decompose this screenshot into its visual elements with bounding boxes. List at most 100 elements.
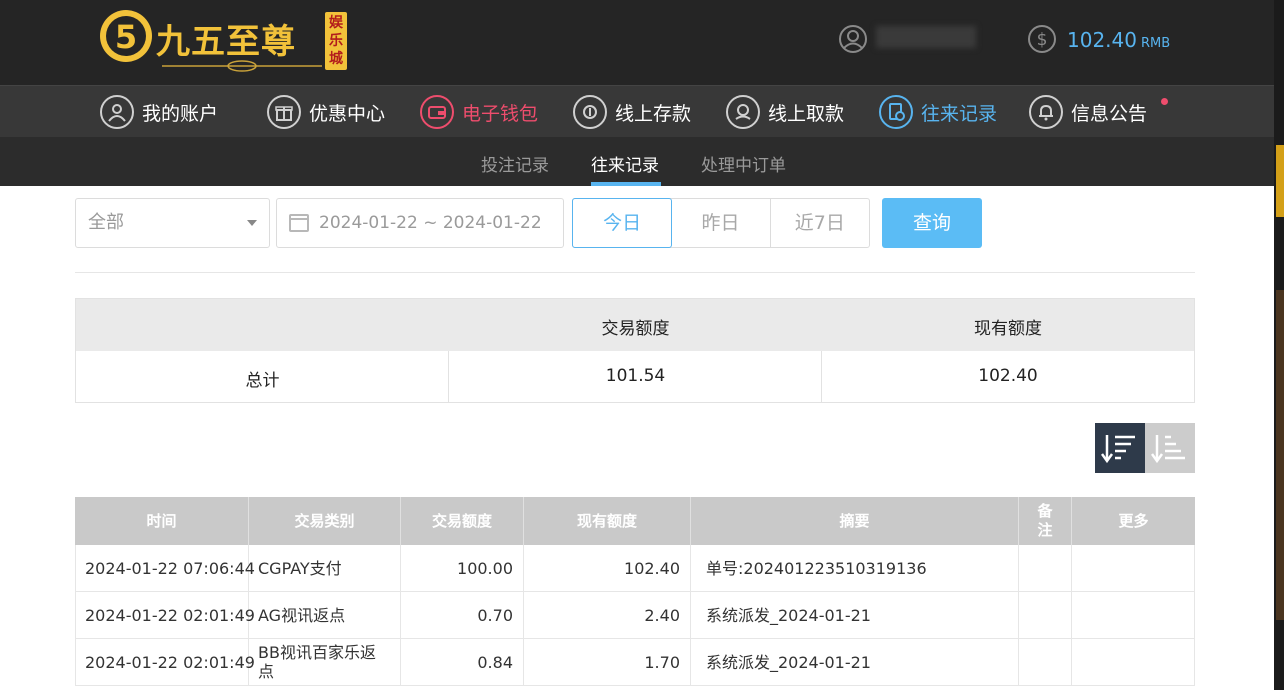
cell-balance: 1.70 <box>524 639 691 686</box>
cell-more[interactable] <box>1072 592 1195 639</box>
summary-transaction-total: 101.54 <box>605 366 666 386</box>
cell-summary: 系统派发_2024-01-21 <box>691 639 1019 686</box>
quick-date-group: 今日 昨日 近7日 <box>572 198 870 248</box>
summary-table: 交易额度 现有额度 总计 101.54 102.40 <box>75 298 1195 403</box>
column-header-note: 备注 <box>1019 497 1072 545</box>
caret-down-icon <box>247 220 257 226</box>
active-tab-indicator <box>591 182 661 186</box>
calendar-icon <box>289 214 309 232</box>
cell-note <box>1019 639 1072 686</box>
date-range-value: 2024-01-22 ~ 2024-01-22 <box>319 213 542 233</box>
cell-time: 2024-01-22 02:01:49 <box>76 639 255 686</box>
summary-total-row: 总计 101.54 102.40 <box>76 351 1194 402</box>
table-row[interactable]: 2024-01-22 07:06:44 CGPAY支付 100.00 102.4… <box>75 545 1195 592</box>
top-bar: 5 九五至尊 娱乐城 $ 102.40 RMB <box>0 0 1274 85</box>
username-redacted <box>876 26 976 48</box>
summary-current-balance: 102.40 <box>978 366 1038 386</box>
sort-toggle-group <box>1095 423 1195 473</box>
table-row[interactable]: 2024-01-22 02:01:49 BB视讯百家乐返点 0.84 1.70 … <box>75 639 1195 686</box>
cell-note <box>1019 592 1072 639</box>
svg-text:5: 5 <box>115 18 137 56</box>
logo-text: 九五至尊 <box>156 22 296 62</box>
sort-ascending-icon <box>1151 435 1185 464</box>
cell-summary: 单号:202401223510319136 <box>691 545 1019 592</box>
main-nav: 我的账户 优惠中心 电子钱包 线上存款 线上取款 往来记录 信息公告 <box>0 85 1274 137</box>
cell-more[interactable] <box>1072 545 1195 592</box>
nav-e-wallet[interactable]: 电子钱包 <box>420 94 538 130</box>
summary-header: 交易额度 现有额度 <box>76 299 1194 351</box>
user-icon <box>100 95 134 129</box>
nav-label: 优惠中心 <box>309 102 386 125</box>
logo-emblem-icon: 5 <box>100 10 152 62</box>
sort-descending-icon <box>1101 435 1135 464</box>
column-header-balance: 现有额度 <box>524 497 691 545</box>
nav-label: 线上存款 <box>615 102 692 125</box>
divider <box>821 351 822 402</box>
query-button[interactable]: 查询 <box>882 198 982 248</box>
cell-more[interactable] <box>1072 639 1195 686</box>
today-button[interactable]: 今日 <box>572 198 673 248</box>
column-header-amount: 交易额度 <box>401 497 524 545</box>
sub-nav: 投注记录 往来记录 处理中订单 <box>0 137 1274 186</box>
records-icon <box>879 95 913 129</box>
column-header-type: 交易类别 <box>249 497 401 545</box>
last-7-days-button[interactable]: 近7日 <box>771 199 869 247</box>
summary-header-balance: 现有额度 <box>974 319 1042 339</box>
table-row[interactable]: 2024-01-22 02:01:49 AG视讯返点 0.70 2.40 系统派… <box>75 592 1195 639</box>
dollar-icon: $ <box>1028 25 1056 53</box>
svg-text:$: $ <box>1037 30 1048 50</box>
summary-header-transaction: 交易额度 <box>601 319 670 339</box>
cell-type: AG视讯返点 <box>249 592 401 639</box>
nav-my-account[interactable]: 我的账户 <box>100 94 218 130</box>
deposit-icon <box>573 95 607 129</box>
site-logo[interactable]: 5 九五至尊 娱乐城 <box>98 6 350 72</box>
side-decoration <box>1274 0 1284 690</box>
notification-dot <box>1161 98 1168 105</box>
nav-online-withdraw[interactable]: 线上取款 <box>726 94 844 130</box>
cell-balance: 102.40 <box>524 545 691 592</box>
cell-type: CGPAY支付 <box>249 545 401 592</box>
nav-label: 信息公告 <box>1071 102 1148 125</box>
column-header-summary: 摘要 <box>691 497 1019 545</box>
sort-descending-button[interactable] <box>1095 423 1145 473</box>
select-value: 全部 <box>88 212 124 233</box>
tab-pending-orders[interactable]: 处理中订单 <box>701 151 786 176</box>
withdraw-icon <box>726 95 760 129</box>
nav-transaction-records[interactable]: 往来记录 <box>879 94 997 130</box>
cell-type: BB视讯百家乐返点 <box>249 639 401 686</box>
nav-promotions[interactable]: 优惠中心 <box>267 94 385 130</box>
cell-amount: 0.84 <box>401 639 524 686</box>
nav-online-deposit[interactable]: 线上存款 <box>573 94 691 130</box>
column-header-more: 更多 <box>1118 512 1149 530</box>
tab-transaction-records[interactable]: 往来记录 <box>591 151 659 176</box>
wallet-icon <box>420 95 454 129</box>
tab-bet-records[interactable]: 投注记录 <box>481 151 549 176</box>
transaction-type-select[interactable]: 全部 <box>75 198 270 248</box>
balance-unit: RMB <box>1140 36 1171 51</box>
divider <box>75 272 1195 273</box>
cell-amount: 0.70 <box>401 592 524 639</box>
sort-ascending-button[interactable] <box>1145 423 1195 473</box>
nav-label: 我的账户 <box>142 102 219 125</box>
divider <box>448 351 449 402</box>
cell-time: 2024-01-22 02:01:49 <box>76 592 255 639</box>
cell-balance: 2.40 <box>524 592 691 639</box>
summary-total-label: 总计 <box>245 371 280 391</box>
cell-note <box>1019 545 1072 592</box>
date-range-picker[interactable]: 2024-01-22 ~ 2024-01-22 <box>276 198 564 248</box>
balance-amount: 102.40 <box>1067 28 1137 52</box>
table-header: 时间 交易类别 交易额度 现有额度 摘要 备注 更多 <box>75 497 1195 545</box>
yesterday-button[interactable]: 昨日 <box>671 199 771 247</box>
cell-summary: 系统派发_2024-01-21 <box>691 592 1019 639</box>
bell-icon <box>1029 95 1063 129</box>
nav-announcements[interactable]: 信息公告 <box>1029 94 1147 130</box>
gift-icon <box>267 95 301 129</box>
user-icon <box>839 25 867 53</box>
logo-ornament-icon <box>162 60 322 72</box>
nav-label: 电子钱包 <box>462 102 539 125</box>
cell-amount: 100.00 <box>401 545 524 592</box>
nav-label: 往来记录 <box>921 102 998 125</box>
nav-label: 线上取款 <box>768 102 845 125</box>
cell-time: 2024-01-22 07:06:44 <box>76 545 255 592</box>
logo-tag: 娱乐城 <box>325 12 347 70</box>
